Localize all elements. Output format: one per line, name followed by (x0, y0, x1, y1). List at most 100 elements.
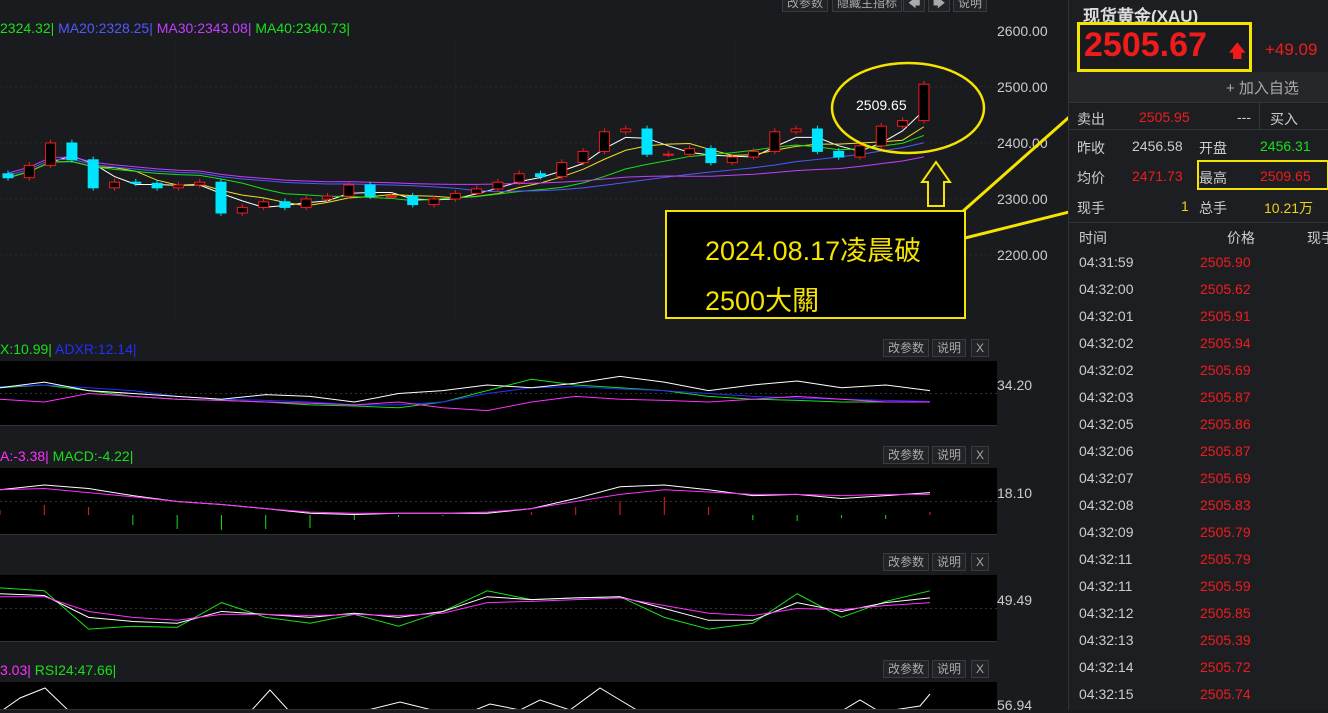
candle (641, 128, 653, 155)
high-price-label: 2509.65 (856, 97, 907, 113)
candle (343, 184, 355, 197)
tick-price: 2505.69 (1200, 362, 1251, 378)
candle (428, 198, 440, 206)
tick-price: 2505.74 (1200, 686, 1251, 702)
tick-price: 2505.91 (1200, 308, 1251, 324)
tick-time: 04:31:59 (1079, 254, 1134, 270)
open-label: 开盘 (1199, 140, 1227, 156)
tick-time: 04:32:07 (1079, 470, 1134, 486)
panel-params-button[interactable]: 改参数 (883, 339, 930, 357)
candle (577, 150, 589, 164)
sell-price: 2505.95 (1139, 109, 1190, 125)
panel-close-button[interactable]: X (971, 446, 990, 464)
dea-value: A:-3.38| (0, 448, 49, 464)
candle (279, 201, 291, 208)
panel-explain-button[interactable]: 说明 (932, 339, 967, 357)
candle (769, 131, 781, 152)
tick-price: 2505.39 (1200, 632, 1251, 648)
candle (854, 145, 866, 158)
tick-price: 2505.87 (1200, 443, 1251, 459)
high-label: 最高 (1199, 170, 1227, 186)
candle (790, 128, 802, 133)
last-price: 2505.67 (1084, 26, 1207, 64)
tick-row: 04:32:07 2505.69 (1069, 465, 1328, 492)
tick-row: 04:31:59 2505.90 (1069, 249, 1328, 276)
rsi-value: 3.03| (0, 662, 31, 678)
ma40-value: MA40:2340.73| (255, 20, 351, 36)
tick-row: 04:32:02 2505.94 (1069, 330, 1328, 357)
ma-legend: 2324.32| MA20:2328.25| MA30:2343.08| MA4… (0, 16, 997, 40)
candle (748, 150, 759, 158)
panel-params-button[interactable]: 改参数 (883, 553, 930, 571)
panel-close-button[interactable]: X (971, 553, 990, 571)
panel-explain-button[interactable]: 说明 (932, 446, 967, 464)
next-arrow-button[interactable]: 🡆 (928, 0, 951, 12)
panel-close-button[interactable]: X (971, 660, 990, 678)
ma30-value: MA30:2343.08| (156, 20, 252, 36)
col-price: 价格 (1227, 230, 1255, 246)
tick-price: 2505.69 (1200, 470, 1251, 486)
panel-explain-button[interactable]: 说明 (932, 553, 967, 571)
panel-close-button[interactable]: X (971, 339, 990, 357)
params-button[interactable]: 改参数 (782, 0, 829, 12)
annotation-text: 2500大關 (705, 286, 820, 316)
open-price: 2456.31 (1260, 138, 1311, 154)
tick-row: 04:32:03 2505.87 (1069, 384, 1328, 411)
axis-label: 2500.00 (997, 79, 1048, 95)
tick-time: 04:32:12 (1079, 605, 1134, 621)
tick-price: 2505.79 (1200, 524, 1251, 540)
candle (322, 195, 333, 200)
tick-row: 04:32:02 2505.69 (1069, 357, 1328, 384)
explain-button[interactable]: 说明 (953, 0, 988, 12)
add-watchlist-button[interactable]: + 加入自选 (1226, 77, 1299, 98)
rsi-chart (0, 682, 997, 710)
tick-price: 2505.87 (1200, 389, 1251, 405)
candle (684, 148, 696, 155)
candle (300, 198, 312, 208)
candle (87, 159, 99, 189)
axis-label: 2600.00 (997, 23, 1048, 39)
candle (705, 148, 717, 164)
tick-row: 04:32:01 2505.91 (1069, 303, 1328, 330)
axis-label: 18.10 (997, 485, 1033, 501)
cur-vol: 1 (1181, 198, 1189, 214)
candle (556, 162, 568, 178)
candle (407, 195, 419, 206)
tick-time: 04:32:08 (1079, 497, 1134, 513)
tick-time: 04:32:15 (1079, 686, 1134, 702)
panel-params-button[interactable]: 改参数 (883, 660, 930, 678)
candle (258, 201, 270, 208)
prev-close-label: 昨收 (1077, 140, 1105, 156)
tick-row: 04:32:09 2505.79 (1069, 519, 1328, 546)
tick-row: 04:32:14 2505.72 (1069, 654, 1328, 681)
tick-price: 2505.94 (1200, 335, 1251, 351)
prev-arrow-button[interactable]: 🡄 (903, 0, 926, 12)
col-time: 时间 (1079, 230, 1107, 246)
quote-panel: 现货黄金(XAU) 2505.67 🡅 +49.09 + 加入自选 卖出 250… (1068, 0, 1328, 710)
annotation-text: 2024.08.17凌晨破 (705, 236, 922, 266)
panel-explain-button[interactable]: 说明 (932, 660, 967, 678)
sell-label: 卖出 (1077, 111, 1105, 127)
panel-params-button[interactable]: 改参数 (883, 446, 930, 464)
candle (620, 128, 632, 133)
candle (45, 142, 57, 166)
axis-label: 34.20 (997, 377, 1033, 393)
candle (151, 182, 163, 189)
tick-time: 04:32:05 (1079, 416, 1134, 432)
kdj-chart (0, 575, 997, 642)
ma10-value: 2324.32| (0, 20, 55, 36)
candle (109, 181, 120, 189)
candle (535, 173, 546, 178)
white-line (0, 484, 931, 515)
avg-label: 均价 (1077, 170, 1105, 186)
magenta-line (0, 488, 930, 514)
tick-row: 04:32:05 2505.86 (1069, 411, 1328, 438)
adx-chart (0, 361, 997, 426)
tick-row: 04:32:11 2505.59 (1069, 573, 1328, 600)
hide-main-indicator-button[interactable]: 隐藏主指标 (832, 0, 903, 12)
candle (236, 206, 248, 214)
tick-row: 04:32:13 2505.39 (1069, 627, 1328, 654)
candle (23, 164, 35, 179)
candle (471, 188, 483, 194)
candle (897, 120, 909, 127)
